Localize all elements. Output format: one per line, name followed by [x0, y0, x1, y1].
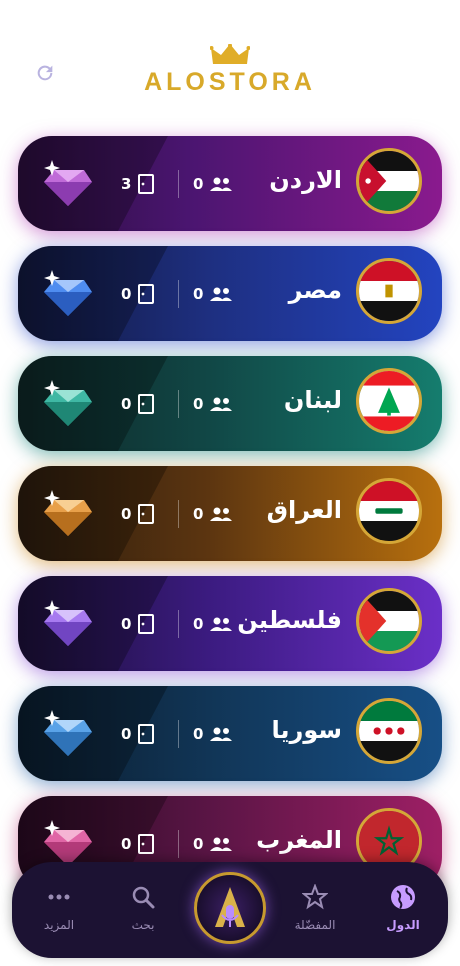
- globe-icon: [391, 885, 415, 909]
- users-stat: 0: [193, 282, 233, 306]
- stat-divider: [178, 170, 179, 198]
- diamond-icon: [44, 270, 92, 316]
- users-count: 0: [193, 285, 204, 303]
- palestine-flag: [356, 588, 422, 654]
- app-logo: ALOSTORA: [0, 44, 460, 97]
- room-card-jordan[interactable]: 3 0 الاردن: [18, 136, 442, 231]
- room-card-lebanon[interactable]: 0 0 لبنان: [18, 356, 442, 451]
- users-stat: 0: [193, 612, 233, 636]
- rooms-count: 0: [121, 285, 132, 303]
- door-icon: [138, 174, 155, 194]
- nav-search[interactable]: بحث: [108, 884, 178, 932]
- syria-flag: [356, 698, 422, 764]
- nav-more[interactable]: المزيد: [24, 884, 94, 932]
- nav-favorites[interactable]: المفضّلة: [280, 884, 350, 932]
- nav-center-button[interactable]: [194, 872, 266, 944]
- door-icon: [138, 284, 155, 304]
- microphone-logo-icon: [215, 887, 245, 927]
- nav-search-label: بحث: [131, 918, 155, 932]
- rooms-stat: 0: [121, 502, 155, 526]
- rooms-count: 0: [121, 395, 132, 413]
- users-count: 0: [193, 725, 204, 743]
- bottom-nav: الدول المفضّلة بحث المزيد: [12, 862, 448, 958]
- door-icon: [138, 394, 155, 414]
- iraq-flag: [356, 478, 422, 544]
- country-name: لبنان: [283, 386, 342, 414]
- users-icon: [210, 397, 233, 411]
- diamond-icon: [44, 160, 92, 206]
- rooms-stat: 0: [121, 612, 155, 636]
- app-title: ALOSTORA: [144, 68, 316, 96]
- nav-countries-label: الدول: [386, 918, 420, 932]
- users-icon: [210, 507, 233, 521]
- users-count: 0: [193, 505, 204, 523]
- users-stat: 0: [193, 722, 233, 746]
- rooms-stat: 0: [121, 392, 155, 416]
- header: ALOSTORA: [0, 0, 460, 120]
- users-stat: 0: [193, 832, 233, 856]
- rooms-count: 0: [121, 835, 132, 853]
- rooms-count: 0: [121, 615, 132, 633]
- rooms-count: 0: [121, 505, 132, 523]
- country-name: مصر: [288, 276, 342, 304]
- users-count: 0: [193, 175, 204, 193]
- stat-divider: [178, 280, 179, 308]
- country-name: المغرب: [256, 826, 342, 854]
- diamond-icon: [44, 380, 92, 426]
- users-stat: 0: [193, 502, 233, 526]
- users-icon: [210, 727, 233, 741]
- users-icon: [210, 837, 233, 851]
- stat-divider: [178, 610, 179, 638]
- search-icon: [132, 886, 155, 909]
- rooms-stat: 3: [121, 172, 155, 196]
- country-name: سوريا: [271, 716, 343, 744]
- country-name: الاردن: [269, 166, 342, 194]
- star-icon: [302, 884, 328, 910]
- door-icon: [138, 504, 155, 524]
- door-icon: [138, 834, 155, 854]
- door-icon: [138, 724, 155, 744]
- diamond-icon: [44, 600, 92, 646]
- room-card-syria[interactable]: 0 0 سوريا: [18, 686, 442, 781]
- stat-divider: [178, 830, 179, 858]
- crown-icon: [210, 44, 250, 64]
- jordan-flag: [356, 148, 422, 214]
- users-icon: [210, 287, 233, 301]
- users-icon: [210, 177, 233, 191]
- users-stat: 0: [193, 172, 233, 196]
- stat-divider: [178, 500, 179, 528]
- room-card-iraq[interactable]: 0 0 العراق: [18, 466, 442, 561]
- users-count: 0: [193, 835, 204, 853]
- egypt-flag: [356, 258, 422, 324]
- diamond-icon: [44, 710, 92, 756]
- users-icon: [210, 617, 233, 631]
- diamond-icon: [44, 490, 92, 536]
- users-count: 0: [193, 395, 204, 413]
- rooms-stat: 0: [121, 722, 155, 746]
- country-name: فلسطين: [237, 606, 342, 634]
- door-icon: [138, 614, 155, 634]
- rooms-stat: 0: [121, 282, 155, 306]
- room-card-egypt[interactable]: 0 0 مصر: [18, 246, 442, 341]
- room-card-palestine[interactable]: 0 0 فلسطين: [18, 576, 442, 671]
- stat-divider: [178, 390, 179, 418]
- rooms-stat: 0: [121, 832, 155, 856]
- more-dots-icon: [48, 894, 70, 900]
- nav-favorites-label: المفضّلة: [294, 918, 336, 932]
- nav-more-label: المزيد: [43, 918, 75, 932]
- users-count: 0: [193, 615, 204, 633]
- rooms-count: 3: [121, 175, 132, 193]
- users-stat: 0: [193, 392, 233, 416]
- country-name: العراق: [266, 496, 342, 524]
- lebanon-flag: [356, 368, 422, 434]
- rooms-count: 0: [121, 725, 132, 743]
- nav-countries[interactable]: الدول: [368, 884, 438, 932]
- stat-divider: [178, 720, 179, 748]
